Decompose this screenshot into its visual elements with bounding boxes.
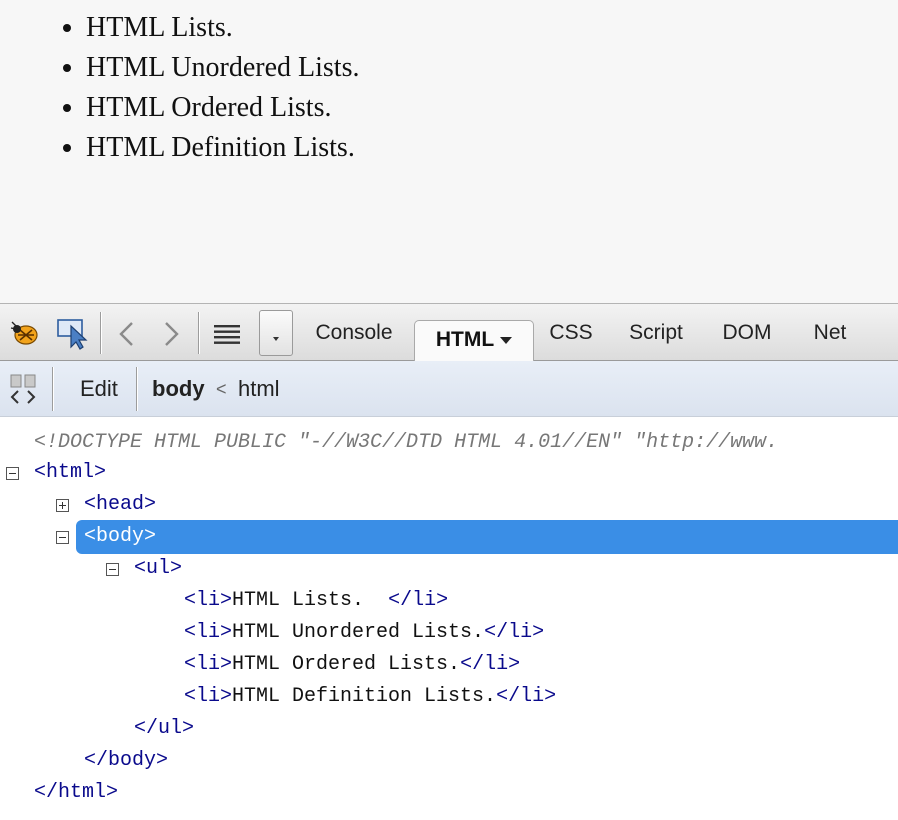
tab-html[interactable]: HTML (414, 320, 534, 362)
tree-doctype: <!DOCTYPE HTML PUBLIC "-//W3C//DTD HTML … (34, 431, 779, 454)
edit-button[interactable]: Edit (80, 375, 118, 403)
tree-node-html[interactable]: <html> (34, 458, 106, 488)
tree-node-li[interactable]: <li>HTML Lists. </li> (184, 586, 448, 616)
html-source-tree: <!DOCTYPE HTML PUBLIC "-//W3C//DTD HTML … (0, 418, 898, 820)
tree-node-head[interactable]: <head> (84, 490, 156, 520)
tab-dom[interactable]: DOM (710, 318, 784, 348)
rendered-page: HTML Lists. HTML Unordered Lists. HTML O… (0, 0, 898, 303)
back-icon[interactable] (114, 320, 140, 348)
source-toggle-icon[interactable] (8, 373, 40, 405)
breadcrumb-item-body[interactable]: body (152, 375, 205, 403)
firebug-toolbar: Console HTML CSS Script DOM Net (0, 303, 898, 362)
tab-css[interactable]: CSS (540, 318, 602, 348)
list-item: HTML Lists. (86, 8, 359, 48)
collapse-toggle-icon[interactable] (106, 563, 119, 576)
tree-node-body-close: </body> (84, 749, 169, 772)
list-item: HTML Unordered Lists. (86, 48, 359, 88)
tab-html-label: HTML (435, 328, 495, 351)
list-item: HTML Definition Lists. (86, 128, 359, 168)
collapse-toggle-icon[interactable] (56, 531, 69, 544)
page-bullet-list: HTML Lists. HTML Unordered Lists. HTML O… (38, 8, 359, 168)
breadcrumb-item-html[interactable]: html (238, 375, 280, 403)
tab-script[interactable]: Script (614, 318, 698, 348)
menu-icon[interactable] (212, 322, 242, 346)
tree-node-ul-close: </ul> (134, 717, 195, 740)
breadcrumb-separator: < (216, 379, 227, 399)
collapse-toggle-icon[interactable] (6, 467, 19, 480)
tree-node-html-close: </html> (34, 781, 119, 804)
tree-node-li[interactable]: <li>HTML Definition Lists.</li> (184, 682, 556, 712)
firebug-icon[interactable] (8, 316, 44, 350)
breadcrumb: Edit body < html (0, 361, 898, 417)
dropdown-icon[interactable] (259, 310, 293, 356)
tab-console[interactable]: Console (304, 318, 404, 348)
inspect-icon[interactable] (56, 316, 92, 350)
tree-node-li[interactable]: <li>HTML Unordered Lists.</li> (184, 618, 544, 648)
list-item: HTML Ordered Lists. (86, 88, 359, 128)
chevron-down-icon (500, 336, 513, 344)
tab-net[interactable]: Net (798, 318, 862, 348)
tree-node-li[interactable]: <li>HTML Ordered Lists.</li> (184, 650, 520, 680)
expand-toggle-icon[interactable] (56, 499, 69, 512)
tree-node-body-selected[interactable]: <body> (76, 520, 898, 554)
tree-node-ul[interactable]: <ul> (134, 554, 182, 584)
forward-icon[interactable] (158, 320, 184, 348)
